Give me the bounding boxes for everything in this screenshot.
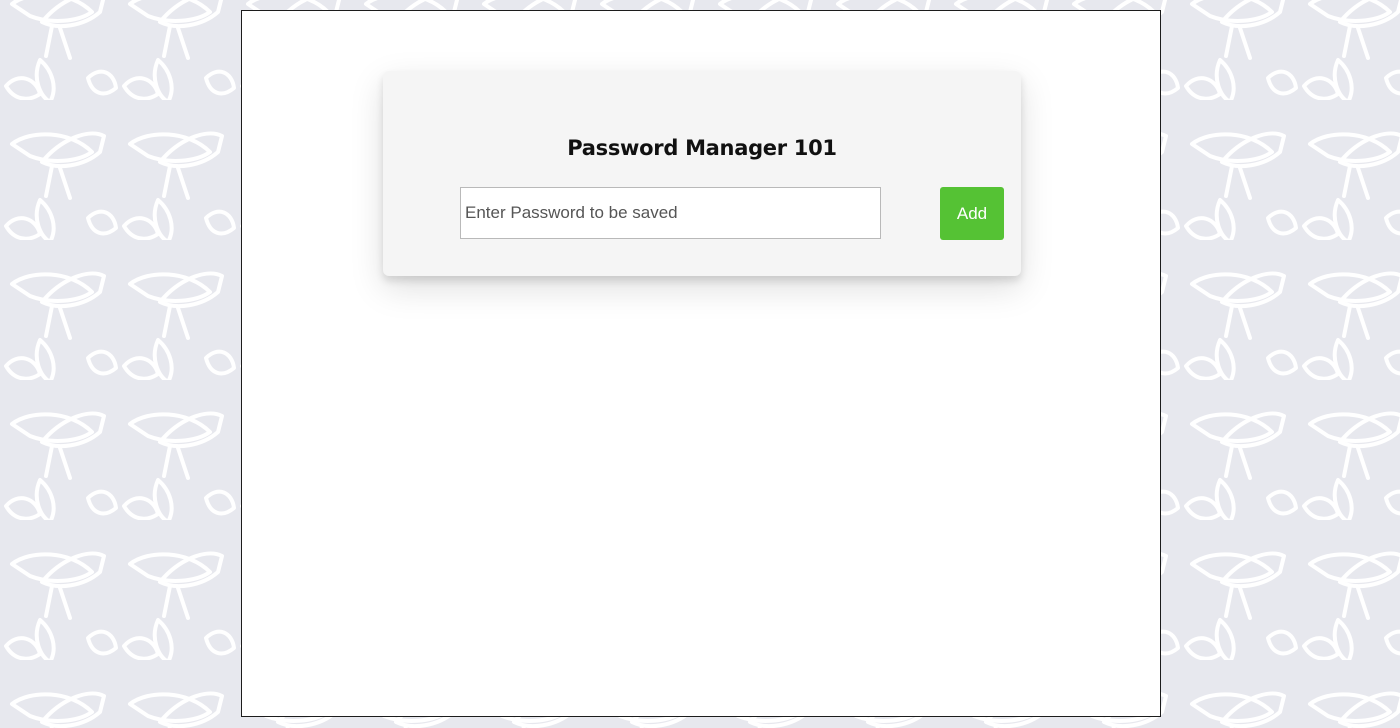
password-card: Password Manager 101 Add [383,71,1021,276]
app-frame: Password Manager 101 Add [241,10,1161,717]
page-title: Password Manager 101 [567,136,837,160]
password-input[interactable] [460,187,881,239]
add-button[interactable]: Add [940,187,1004,240]
